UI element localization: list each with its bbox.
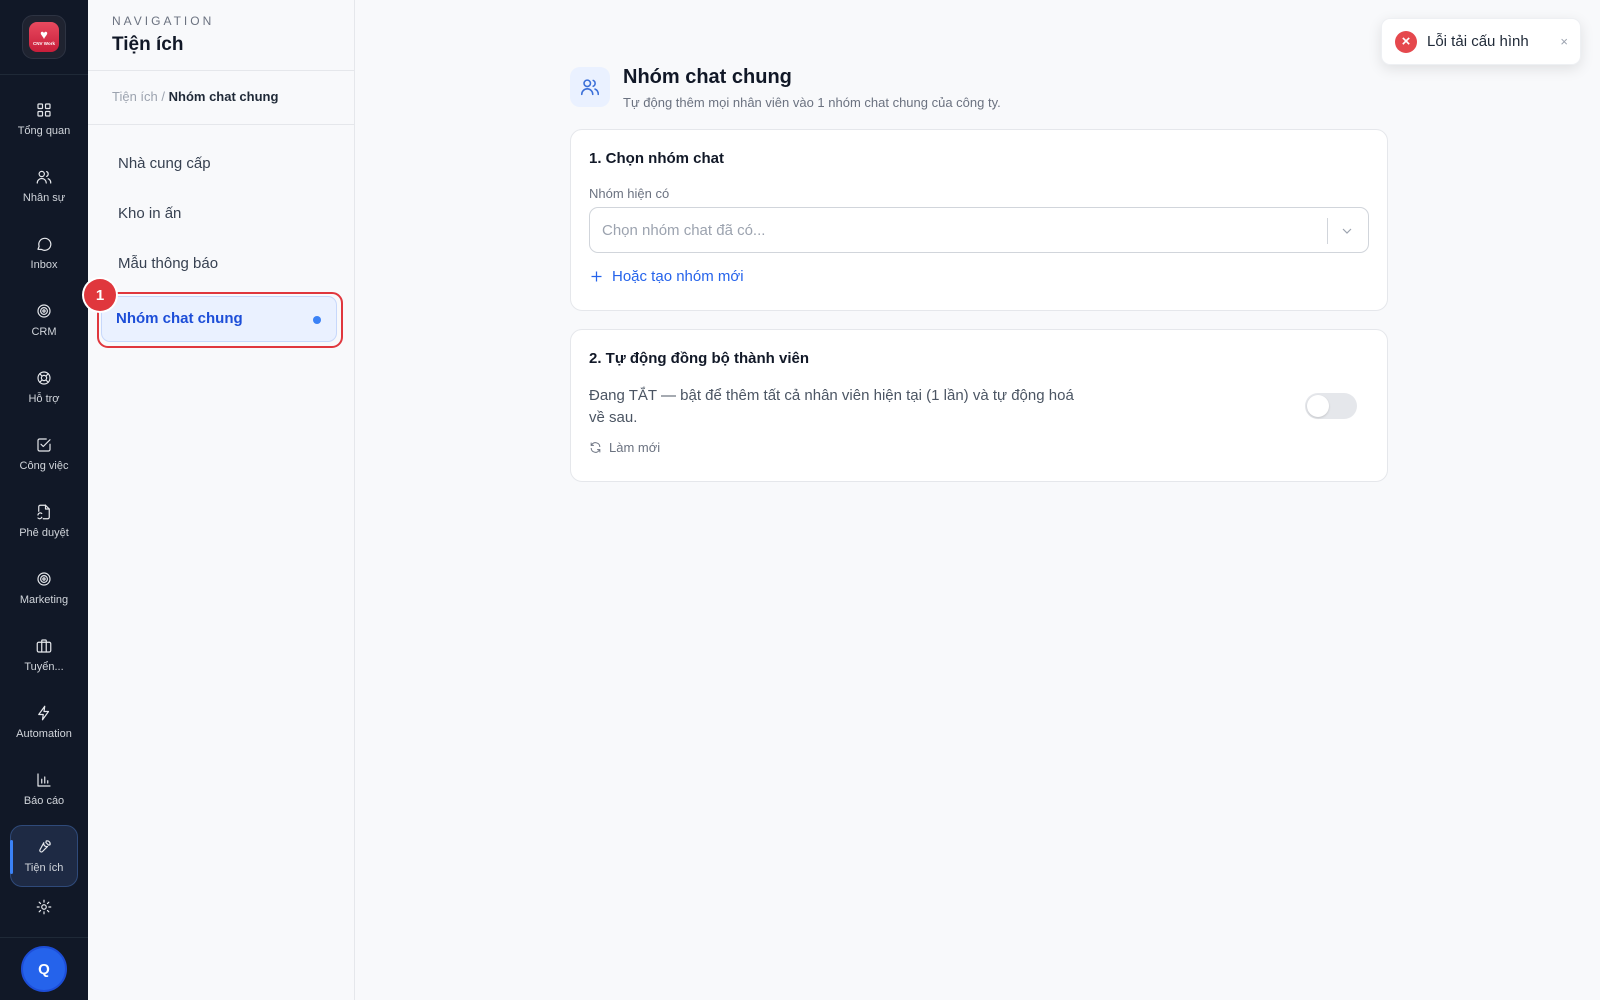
rail-logo-area: ♥ CNV Work	[0, 0, 88, 75]
create-group-link[interactable]: Hoặc tạo nhóm mới	[589, 268, 744, 285]
step-badge: 1	[84, 279, 116, 311]
rail-item-label: Công việc	[19, 460, 69, 472]
refresh-button[interactable]: Làm mới	[589, 440, 660, 455]
rail-item-ho-tro[interactable]: Hỗ trợ	[0, 356, 88, 418]
rail-item-tien-ich[interactable]: Tiện ích	[10, 825, 78, 887]
app-rail: ♥ CNV Work Tổng quan Nhân sự Inbox CRM H…	[0, 0, 88, 1000]
file-sync-icon	[37, 504, 50, 520]
rail-item-label: Báo cáo	[23, 795, 65, 807]
breadcrumb-parent[interactable]: Tiện ích	[112, 89, 158, 104]
checkbox-icon	[37, 438, 51, 452]
rail-item-label: Inbox	[30, 259, 58, 271]
auto-sync-toggle[interactable]	[1305, 393, 1357, 419]
heart-icon: ♥	[40, 27, 48, 42]
rail-item-label: Tiện ích	[24, 862, 64, 874]
logo-text: CNV Work	[33, 41, 55, 46]
rail-item-crm[interactable]: CRM	[0, 289, 88, 351]
section-select-group: 1. Chọn nhóm chat Nhóm hiện có Chọn nhóm…	[570, 129, 1388, 311]
chat-bubble-icon	[37, 237, 52, 251]
sync-description: Đang TẮT — bật để thêm tất cả nhân viên …	[589, 387, 1074, 426]
rail-item-label: CRM	[31, 326, 57, 338]
group-users-icon	[570, 67, 610, 107]
rail-item-label: Hỗ trợ	[28, 393, 60, 405]
select-placeholder: Chọn nhóm chat đã có...	[602, 222, 766, 239]
select-divider	[1327, 218, 1328, 244]
section-title: 2. Tự động đồng bộ thành viên	[589, 350, 810, 367]
rail-item-phe-duyet[interactable]: Phê duyệt	[0, 490, 88, 552]
rail-item-label: Phê duyệt	[19, 527, 69, 539]
rail-item-label: Automation	[16, 728, 72, 740]
section-auto-sync: 2. Tự động đồng bộ thành viên Đang TẮT —…	[570, 329, 1388, 482]
create-group-label: Hoặc tạo nhóm mới	[612, 268, 744, 285]
rail-item-nhan-su[interactable]: Nhân sự	[0, 155, 88, 217]
rail-item-inbox[interactable]: Inbox	[0, 222, 88, 284]
chevron-down-icon[interactable]	[1339, 223, 1355, 239]
logo-mark: ♥ CNV Work	[29, 22, 59, 52]
subnav-title: Tiện ích	[112, 34, 184, 55]
secondary-nav: NAVIGATION Tiện ích Tiện ích / Nhóm chat…	[88, 0, 355, 1000]
rail-item-tong-quan[interactable]: Tổng quan	[0, 88, 88, 150]
toast-message: Lỗi tải cấu hình	[1427, 33, 1529, 50]
field-label: Nhóm hiện có	[589, 186, 670, 201]
subnav-header: NAVIGATION Tiện ích	[88, 0, 354, 71]
rail-item-label: Marketing	[19, 594, 69, 606]
rail-item-label: Tuyển...	[24, 661, 64, 673]
grid-icon	[37, 103, 51, 117]
user-avatar[interactable]: Q	[21, 946, 67, 992]
active-dot	[313, 316, 321, 324]
users-icon	[36, 170, 52, 184]
rail-item-label: Tổng quan	[17, 125, 71, 137]
gear-icon	[36, 899, 52, 915]
rail-item-bao-cao[interactable]: Báo cáo	[0, 758, 88, 820]
breadcrumb-current: Nhóm chat chung	[168, 89, 279, 104]
bar-chart-icon	[37, 773, 51, 787]
briefcase-icon	[36, 639, 52, 653]
wrench-icon	[39, 840, 51, 853]
rail-item-automation[interactable]: Automation	[0, 691, 88, 753]
subnav-item-kho-in-an[interactable]: Kho in ấn	[118, 205, 181, 222]
bullseye-icon	[37, 572, 51, 586]
subnav-item-nha-cung-cap[interactable]: Nhà cung cấp	[118, 155, 211, 172]
page-subtitle: Tự động thêm mọi nhân viên vào 1 nhóm ch…	[623, 95, 1001, 110]
section-title: 1. Chọn nhóm chat	[589, 150, 724, 167]
subnav-item-nhom-chat-chung[interactable]: Nhóm chat chung	[101, 296, 337, 342]
close-icon[interactable]: ×	[1560, 34, 1568, 49]
subnav-kicker: NAVIGATION	[112, 14, 215, 28]
rail-user-area: Q	[0, 937, 88, 1000]
subnav-item-label: Nhóm chat chung	[116, 310, 243, 327]
app-logo[interactable]: ♥ CNV Work	[22, 15, 66, 59]
plus-icon	[591, 271, 602, 282]
toggle-knob	[1307, 395, 1329, 417]
target-icon	[37, 304, 51, 318]
rail-item-cong-viec[interactable]: Công việc	[0, 423, 88, 485]
rail-item-tuyen-dung[interactable]: Tuyển...	[0, 624, 88, 686]
error-toast: × Lỗi tải cấu hình ×	[1381, 18, 1581, 65]
rail-item-label: Nhân sự	[22, 192, 66, 204]
refresh-icon	[590, 442, 601, 453]
main-content: Nhóm chat chung Tự động thêm mọi nhân vi…	[356, 0, 1600, 1000]
error-icon: ×	[1395, 31, 1417, 53]
lifebuoy-icon	[37, 371, 51, 385]
group-select[interactable]: Chọn nhóm chat đã có...	[589, 207, 1369, 253]
refresh-label: Làm mới	[609, 440, 661, 455]
lightning-icon	[38, 705, 50, 721]
rail-item-marketing[interactable]: Marketing	[0, 557, 88, 619]
subnav-item-mau-thong-bao[interactable]: Mẫu thông báo	[118, 255, 218, 272]
breadcrumb-separator: /	[161, 89, 166, 104]
breadcrumb: Tiện ích / Nhóm chat chung	[88, 71, 354, 125]
rail-item-settings[interactable]	[0, 893, 88, 927]
page-title: Nhóm chat chung	[623, 66, 792, 88]
